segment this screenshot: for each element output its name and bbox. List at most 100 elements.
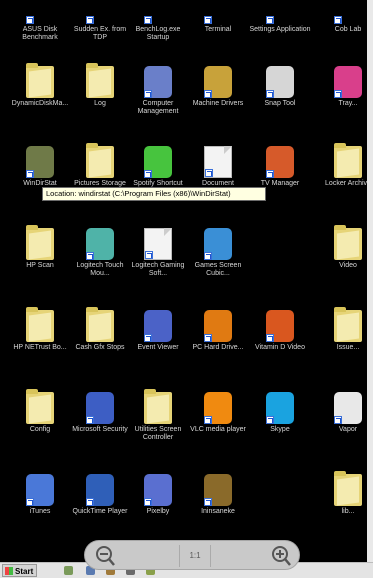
shortcut-arrow-icon xyxy=(334,16,342,24)
start-button[interactable]: Start xyxy=(2,564,38,577)
shortcut-arrow-icon xyxy=(204,498,212,506)
app-icon xyxy=(204,392,232,424)
desktop-icon-lib[interactable]: lib... xyxy=(318,471,373,536)
desktop-icon-ininsaneke[interactable]: Ininsaneke xyxy=(188,474,248,536)
desktop-icon-label: QuickTime Player xyxy=(72,508,128,515)
app-icon xyxy=(266,66,294,98)
desktop-icon-label: Sudden Ex. from TDP xyxy=(73,26,127,41)
desktop-icon-tray[interactable]: Tray... xyxy=(318,66,373,128)
desktop-icon-logitech-touch-mou[interactable]: Logitech Touch Mou... xyxy=(70,228,130,290)
desktop-icon-event-viewer[interactable]: Event Viewer xyxy=(128,310,188,372)
app-icon xyxy=(266,146,294,178)
desktop-icon-vapor[interactable]: Vapor xyxy=(318,392,373,454)
shortcut-arrow-icon xyxy=(204,16,212,24)
desktop-icon-vlc-media-player[interactable]: VLC media player xyxy=(188,392,248,454)
app-icon xyxy=(204,474,232,506)
desktop-icon-label: Machine Drivers xyxy=(192,100,244,107)
zoom-in-button[interactable] xyxy=(267,543,293,569)
desktop-icon-quicktime-player[interactable]: QuickTime Player xyxy=(70,474,130,536)
desktop-icon-label: Locker Archive xyxy=(325,180,371,187)
desktop-icon-label: Skype xyxy=(270,426,290,433)
tray-icon[interactable] xyxy=(64,566,73,575)
desktop-icon-machine-drivers[interactable]: Machine Drivers xyxy=(188,66,248,128)
zoom-out-button[interactable] xyxy=(91,543,117,569)
desktop-icon-config[interactable]: Config xyxy=(10,389,70,454)
shortcut-arrow-icon xyxy=(266,170,274,178)
app-icon xyxy=(26,474,54,506)
desktop-icon-label: Logitech Touch Mou... xyxy=(76,262,124,277)
app-icon xyxy=(86,392,114,424)
app-icon xyxy=(86,474,114,506)
app-icon xyxy=(204,0,232,24)
desktop-icon-label: PC Hard Drive... xyxy=(192,344,244,351)
desktop-icon-label: ASUS Disk Benchmark xyxy=(22,26,58,41)
desktop-icon-logitech-gaming-soft[interactable]: Logitech Gaming Soft... xyxy=(128,228,188,290)
shortcut-arrow-icon xyxy=(26,498,34,506)
shortcut-arrow-icon xyxy=(266,416,274,424)
desktop-icon-label: Issue... xyxy=(336,344,360,351)
app-icon xyxy=(86,228,114,260)
shortcut-arrow-icon xyxy=(144,498,152,506)
folder-icon xyxy=(334,471,362,506)
folder-icon xyxy=(26,63,54,98)
desktop-icon-cash-gfx-stops[interactable]: Cash Gfx Stops xyxy=(70,307,130,372)
desktop-icon-label: Log xyxy=(94,100,106,107)
desktop-icon-skype[interactable]: Skype xyxy=(250,392,310,454)
desktop-icon-microsoft-security[interactable]: Microsoft Security xyxy=(70,392,130,454)
shortcut-arrow-icon xyxy=(204,416,212,424)
shortcut-arrow-icon xyxy=(266,334,274,342)
app-icon xyxy=(204,228,232,260)
desktop-icon-label: Computer Management xyxy=(137,100,179,115)
desktop-icon-utilities-screen-controller[interactable]: Utilities Screen Controller xyxy=(128,389,188,454)
desktop-icon-label: Video xyxy=(339,262,357,269)
desktop-icon-pixelby[interactable]: Pixelby xyxy=(128,474,188,536)
app-icon xyxy=(266,0,294,24)
desktop-icon-label: Utilities Screen Controller xyxy=(134,426,182,441)
desktop-icon-label: Vapor xyxy=(338,426,358,433)
shortcut-arrow-icon xyxy=(266,16,274,24)
desktop-icon-itunes[interactable]: iTunes xyxy=(10,474,70,536)
shortcut-arrow-icon xyxy=(145,251,153,259)
desktop-icon-label: Settings Application xyxy=(249,26,311,33)
app-icon xyxy=(144,474,172,506)
desktop-icon-issue[interactable]: Issue... xyxy=(318,307,373,372)
desktop-icon-computer-management[interactable]: Computer Management xyxy=(128,66,188,128)
shortcut-arrow-icon xyxy=(86,498,94,506)
windows-flag-icon xyxy=(5,567,13,575)
desktop-icon-label: HP NETrust Bo... xyxy=(13,344,67,351)
desktop-icon-label: Ininsaneke xyxy=(201,508,235,515)
desktop-icon-label: VLC media player xyxy=(190,426,246,433)
shortcut-arrow-icon xyxy=(144,334,152,342)
folder-icon xyxy=(26,307,54,342)
desktop-icon-label: iTunes xyxy=(29,508,51,515)
desktop-icon-log[interactable]: Log xyxy=(70,63,130,128)
desktop-icon-locker-archive[interactable]: Locker Archive xyxy=(318,143,373,208)
desktop-icon-label: Games Screen Cubic... xyxy=(194,262,242,277)
desktop-icon-snap-tool[interactable]: Snap Tool xyxy=(250,66,310,128)
desktop-icon-label: Cash Gfx Stops xyxy=(75,344,125,351)
desktop-icon-games-screen-cubic[interactable]: Games Screen Cubic... xyxy=(188,228,248,290)
desktop-icon-sudden-ex-from-tdp[interactable]: Sudden Ex. from TDP xyxy=(70,0,130,54)
app-icon xyxy=(334,66,362,98)
folder-icon xyxy=(86,307,114,342)
desktop-icon-pc-hard-drive[interactable]: PC Hard Drive... xyxy=(188,310,248,372)
shortcut-arrow-icon xyxy=(334,90,342,98)
desktop-icon-video[interactable]: Video xyxy=(318,225,373,290)
desktop-icon-settings-application[interactable]: Settings Application xyxy=(249,0,311,54)
shortcut-arrow-icon xyxy=(86,416,94,424)
shortcut-arrow-icon xyxy=(86,16,94,24)
desktop-icon-hp-netrust-bo[interactable]: HP NETrust Bo... xyxy=(10,307,70,372)
start-label: Start xyxy=(15,567,34,576)
desktop-icon-label: Cob Lab xyxy=(334,26,362,33)
desktop-icon-terminal[interactable]: Terminal xyxy=(188,0,248,54)
desktop-icon-vitamin-d-video[interactable]: Vitamin D Video xyxy=(250,310,310,372)
desktop-icon-asus-disk-benchmark[interactable]: ASUS Disk Benchmark xyxy=(10,0,70,54)
desktop-icon-dynamicdiskma[interactable]: DynamicDiskMa... xyxy=(10,63,70,128)
desktop-icon-benchlog-exe-startup[interactable]: BenchLog.exe Startup xyxy=(128,0,188,54)
desktop-icon-cob-lab[interactable]: Cob Lab xyxy=(318,0,373,54)
folder-icon xyxy=(334,307,362,342)
folder-icon xyxy=(334,143,362,178)
zoom-in-icon xyxy=(272,546,291,566)
shortcut-arrow-icon xyxy=(204,252,212,260)
desktop-icon-hp-scan[interactable]: HP Scan xyxy=(10,225,70,290)
